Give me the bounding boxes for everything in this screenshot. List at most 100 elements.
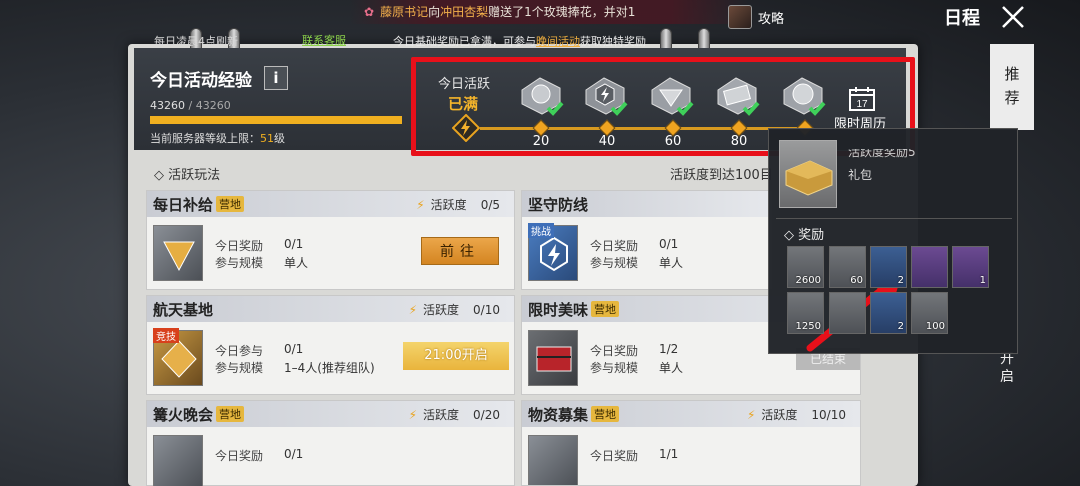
xp-title: 今日活动经验 <box>150 71 252 91</box>
reward-label: 今日奖励 <box>215 449 264 463</box>
lightning-icon: ⚡ <box>416 197 425 212</box>
activity-points: ⚡ 活跃度 0/5 <box>416 196 500 213</box>
reward-label: 今日奖励 <box>590 239 639 253</box>
reward-value: 1/2 <box>659 342 679 356</box>
card-title: 篝火晚会 <box>153 405 214 424</box>
divider <box>776 218 1012 219</box>
daily-supply-icon <box>153 225 203 281</box>
card-header: 每日补给 营地 ⚡ 活跃度 0/5 <box>147 191 514 217</box>
points-label: 活跃度 <box>430 198 467 212</box>
scale-label: 参与规模 <box>215 256 264 270</box>
ticker-text: 向 <box>428 5 441 19</box>
sender-name[interactable]: 藤原书记 <box>380 5 428 19</box>
reward-value: 0/1 <box>284 237 304 251</box>
reward-slot[interactable]: 1 <box>952 246 989 288</box>
reward-section-title: ◇ 奖励 <box>784 228 825 243</box>
points-label: 活跃度 <box>423 303 460 317</box>
card-title: 物资募集 <box>528 405 589 424</box>
opens-at-button[interactable]: 21:00开启 <box>403 342 509 370</box>
activity-card-daily-supply[interactable]: 每日补给 营地 ⚡ 活跃度 0/5 今日奖励 0/1 参与规模 单人 前往 <box>146 190 515 290</box>
scale-label: 参与规模 <box>590 256 639 270</box>
points-label: 活跃度 <box>423 408 460 422</box>
reward-label: 今日奖励 <box>590 344 639 358</box>
xp-separator: / <box>188 99 193 112</box>
competitive-badge: 竞技 <box>153 328 179 343</box>
reward-quantity: 2 <box>897 275 904 286</box>
bonfire-icon <box>153 435 203 486</box>
tab-open[interactable]: 开启 <box>1000 350 1020 386</box>
scale-label: 参与规模 <box>590 361 639 375</box>
guide-button[interactable]: 攻略 <box>728 4 784 30</box>
activity-card-hold-line[interactable]: 坚守防线 挑战 今日奖励 0/1 参与规模 单人 <box>521 190 773 290</box>
points-count: 0/10 <box>473 302 500 317</box>
scale-value: 1–4人(推荐组队) <box>284 361 375 375</box>
reward-value: 0/1 <box>284 447 304 461</box>
scale-value: 单人 <box>659 361 684 375</box>
reward-slot[interactable]: 2600 <box>787 246 824 288</box>
reward-slot[interactable]: 100 <box>911 292 948 334</box>
card-title: 坚守防线 <box>528 195 589 214</box>
card-header: 篝火晚会 营地 ⚡ 活跃度 0/20 <box>147 401 514 427</box>
section-note: 活跃度到达100目 <box>670 168 773 183</box>
close-icon[interactable] <box>1000 4 1026 30</box>
refresh-note: 每日凌晨4点刷新 <box>154 35 238 48</box>
go-button[interactable]: 前往 <box>421 237 499 265</box>
card-title: 航天基地 <box>153 300 214 319</box>
scale-value: 单人 <box>659 256 684 270</box>
activity-points: ⚡ 活跃度 0/10 <box>409 301 500 318</box>
reward-quantity: 2600 <box>795 275 821 286</box>
activity-card-bonfire[interactable]: 篝火晚会 营地 ⚡ 活跃度 0/20 今日奖励 0/1 <box>146 400 515 486</box>
reward-quantity: 1 <box>979 275 986 286</box>
section-title-text: 活跃玩法 <box>168 168 221 183</box>
reward-slot[interactable]: 2 <box>870 246 907 288</box>
tab-open-label: 开启 <box>1000 351 1014 385</box>
guide-label: 攻略 <box>758 11 785 27</box>
card-header: 航天基地 ⚡ 活跃度 0/10 <box>147 296 514 322</box>
notice-text: 今日基础奖励已拿满，可参与 <box>393 35 536 48</box>
participation-value: 0/1 <box>284 342 304 356</box>
points-count: 0/5 <box>480 197 500 212</box>
schedule-title: 日程 <box>944 8 980 29</box>
reward-quantity: 2 <box>897 321 904 332</box>
reward-slot[interactable] <box>829 292 866 334</box>
xp-progress-bar <box>150 116 402 124</box>
camp-tag: 营地 <box>216 406 245 422</box>
section-title: ◇ 活跃玩法 <box>154 168 221 183</box>
level-value: 51 <box>260 132 274 145</box>
tab-recommend-label: 推荐 <box>1004 65 1020 107</box>
game-screen: { "broadcast": { "player1": "藤原书记", "mid… <box>0 0 1080 486</box>
reward-quantity: 60 <box>850 275 863 286</box>
supply-drive-icon <box>528 435 578 485</box>
server-level: 当前服务器等级上限：51级 <box>150 130 285 146</box>
camp-tag: 营地 <box>591 406 620 422</box>
reward-notice: 今日基础奖励已拿满，可参与晚间活动获取独特奖励 <box>393 33 646 49</box>
broadcast-ticker: ✿ 藤原书记向冲田杏梨赠送了1个玫瑰捧花，并对1 <box>350 0 750 24</box>
card-header: 物资募集 营地 ⚡ 活跃度 10/10 <box>522 401 860 427</box>
activity-points: ⚡ 活跃度 10/10 <box>747 406 846 423</box>
reward-slot[interactable]: 2 <box>870 292 907 334</box>
lightning-icon: ⚡ <box>408 302 418 317</box>
support-link[interactable]: 联系客服 <box>302 32 346 48</box>
reward-slot[interactable]: 60 <box>829 246 866 288</box>
points-label: 活跃度 <box>761 408 798 422</box>
tab-recommend[interactable]: 推荐 <box>990 44 1034 130</box>
camp-tag: 营地 <box>216 196 245 212</box>
reward-quantity: 1250 <box>795 321 821 332</box>
popup-item-type: 礼包 <box>848 168 873 182</box>
reward-value: 0/1 <box>659 237 679 251</box>
card-header: 坚守防线 <box>522 191 772 217</box>
level-label: 当前服务器等级上限： <box>150 132 260 145</box>
activity-card-supply-drive[interactable]: 物资募集 营地 ⚡ 活跃度 10/10 今日奖励 1/1 <box>521 400 861 486</box>
avatar-icon <box>728 5 752 29</box>
card-title: 限时美味 <box>528 300 589 319</box>
lightning-icon: ⚡ <box>746 407 756 422</box>
info-button[interactable]: i <box>264 66 288 90</box>
activity-card-space-base[interactable]: 航天基地 ⚡ 活跃度 0/10 竞技 今日参与 0/1 参与规模 1–4人(推荐组队… <box>146 295 515 395</box>
reward-slot[interactable] <box>911 246 948 288</box>
ticker-text: 赠送了1个玫瑰捧花，并对1 <box>488 5 636 19</box>
scale-label: 参与规模 <box>215 361 264 375</box>
receiver-name[interactable]: 冲田杏梨 <box>440 5 488 19</box>
reward-title-text: 奖励 <box>798 228 825 243</box>
reward-slot[interactable]: 1250 <box>787 292 824 334</box>
evening-activity-link[interactable]: 晚间活动 <box>536 35 580 48</box>
